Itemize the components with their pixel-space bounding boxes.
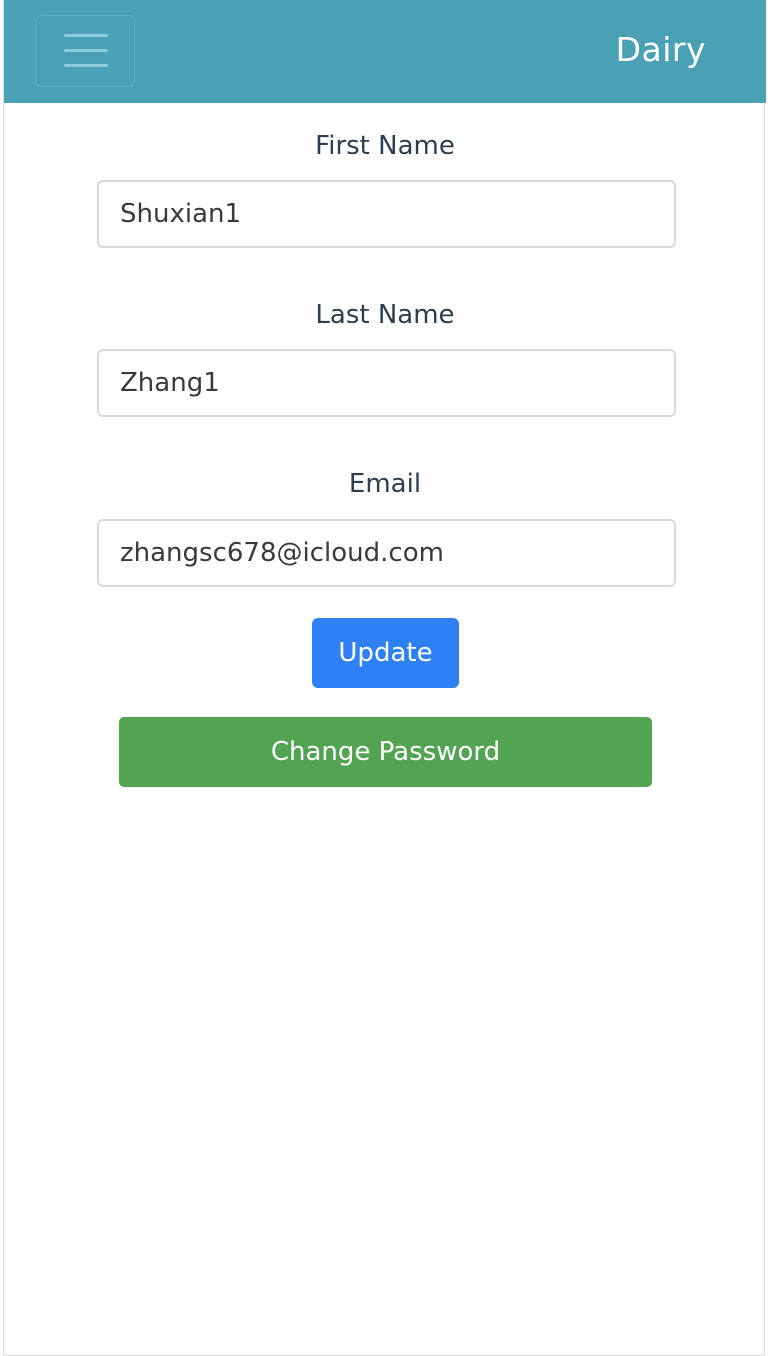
first-name-input[interactable] <box>97 180 676 248</box>
menu-toggle-button[interactable] <box>35 15 135 87</box>
email-label: Email <box>348 469 422 499</box>
update-button[interactable]: Update <box>312 618 459 688</box>
brand-title[interactable]: Dairy <box>616 28 706 72</box>
change-password-button[interactable]: Change Password <box>119 717 652 787</box>
hamburger-menu-icon <box>64 34 108 37</box>
last-name-input[interactable] <box>97 349 676 417</box>
first-name-label: First Name <box>315 131 455 161</box>
email-input[interactable] <box>97 519 676 587</box>
hamburger-menu-icon-bar <box>64 64 108 67</box>
navbar: Dairy <box>4 0 766 103</box>
last-name-label: Last Name <box>315 300 455 330</box>
hamburger-menu-icon-bar <box>64 49 108 52</box>
app-frame: Dairy First Name Last Name Email Update … <box>3 0 766 1356</box>
